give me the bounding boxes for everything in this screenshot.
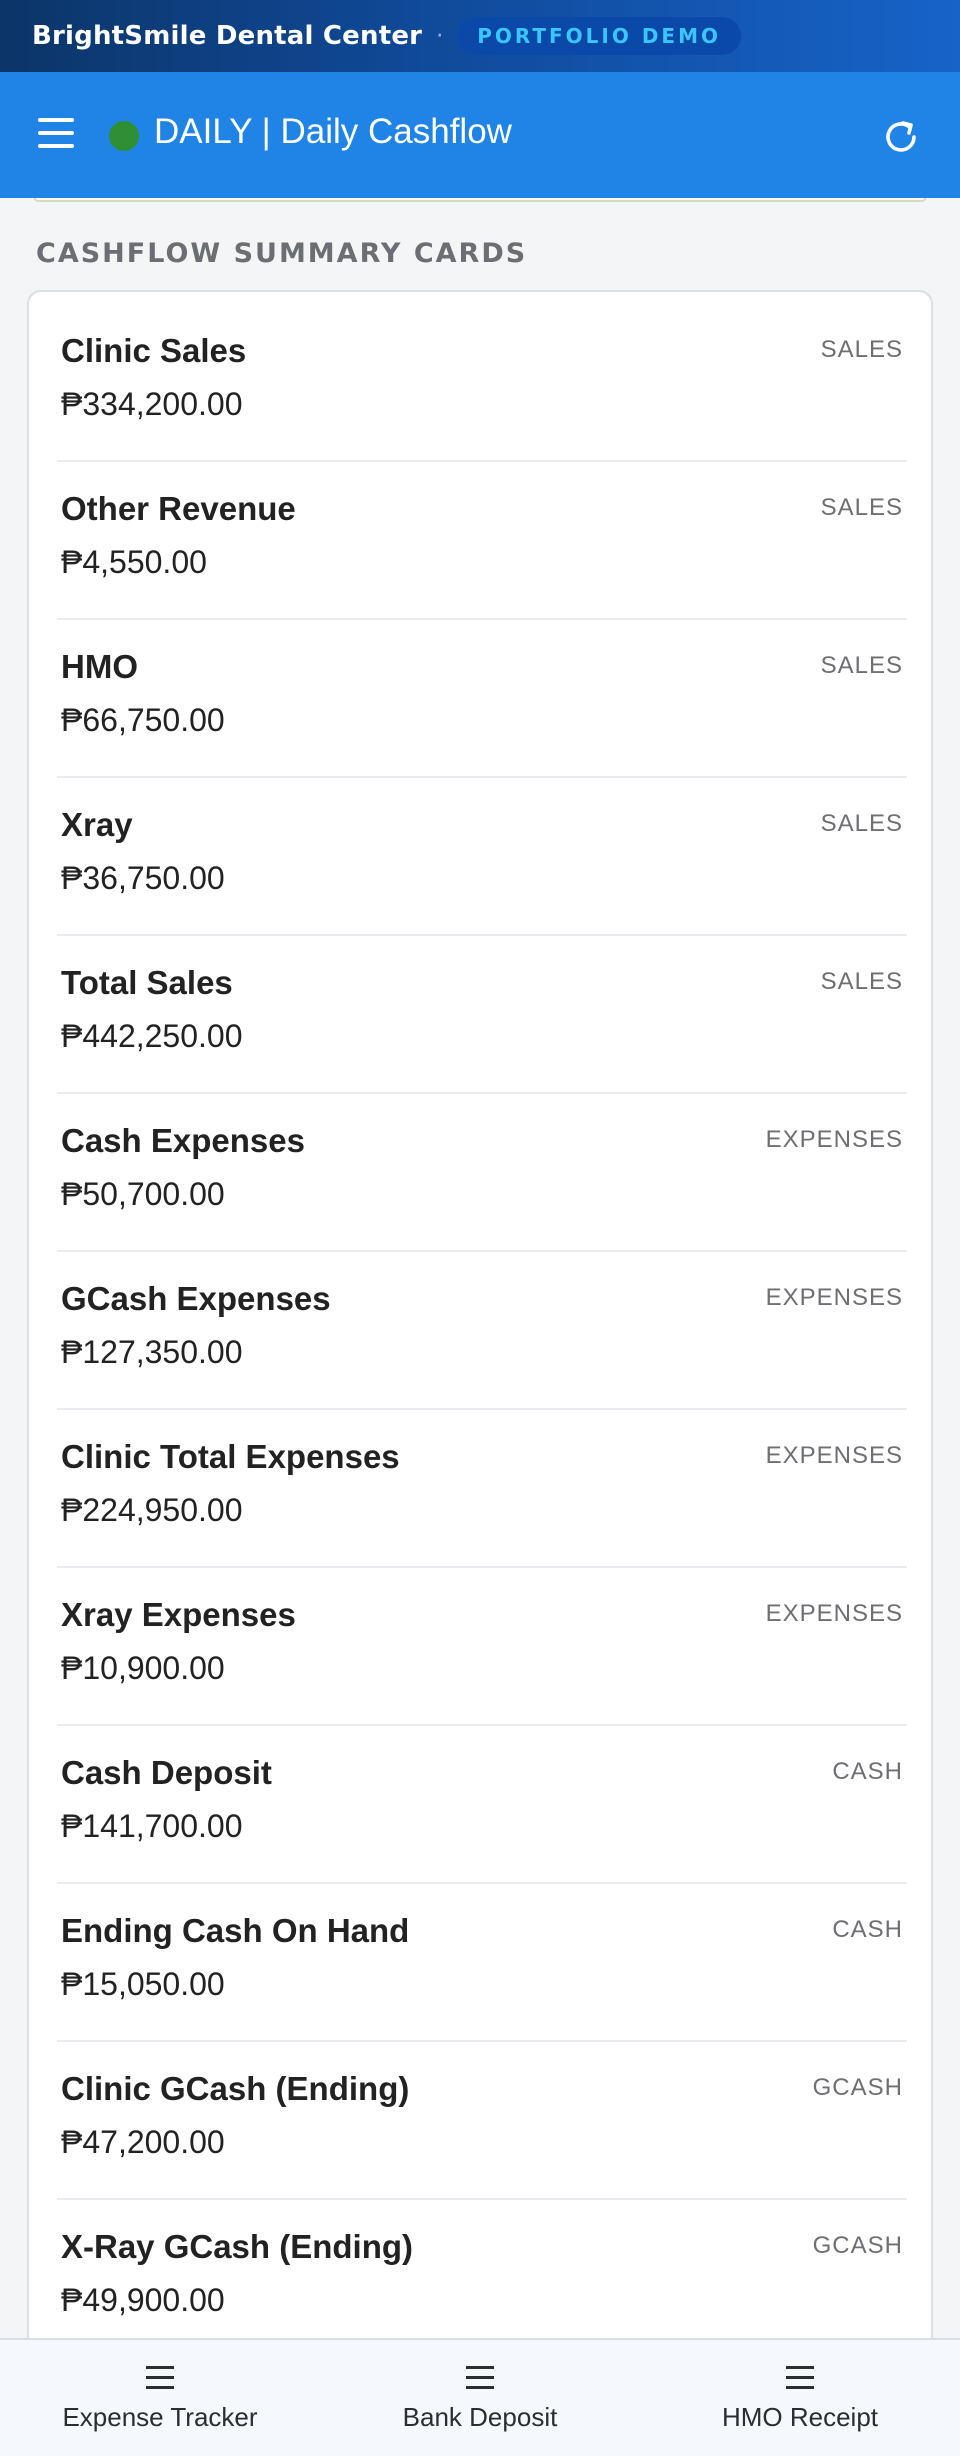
main-content: CASHFLOW SUMMARY CARDS Clinic Sales ₱334… — [0, 198, 960, 2338]
summary-row-clinic-gcash-ending[interactable]: Clinic GCash (Ending) ₱47,200.00 GCASH — [57, 2042, 907, 2200]
row-label: Ending Cash On Hand — [61, 1912, 410, 1949]
nav-label: Expense Tracker — [62, 2402, 258, 2432]
nav-expense-tracker[interactable]: Expense Tracker — [0, 2340, 320, 2456]
row-label: GCash Expenses — [61, 1280, 331, 1317]
summary-row-ending-cash-on-hand[interactable]: Ending Cash On Hand ₱15,050.00 CASH — [57, 1884, 907, 2042]
bottom-navigation: Expense Tracker Bank Deposit HMO Receipt — [0, 2338, 960, 2456]
row-category-tag: GCASH — [812, 2074, 903, 2101]
row-value: ₱10,900.00 — [61, 1650, 225, 1686]
summary-row-other-revenue[interactable]: Other Revenue ₱4,550.00 SALES — [57, 462, 907, 620]
row-label: Cash Expenses — [61, 1122, 305, 1159]
row-label: HMO — [61, 648, 138, 685]
row-label: Total Sales — [61, 964, 233, 1001]
row-value: ₱49,900.00 — [61, 2282, 225, 2318]
row-category-tag: GCASH — [812, 2232, 903, 2259]
row-label: X-Ray GCash (Ending) — [61, 2228, 414, 2265]
brand-name: BrightSmile Dental Center — [32, 21, 423, 51]
previous-card-edge — [34, 198, 926, 202]
row-label: Clinic GCash (Ending) — [61, 2070, 410, 2107]
row-category-tag: EXPENSES — [765, 1126, 903, 1153]
row-value: ₱50,700.00 — [61, 1176, 225, 1212]
status-indicator-dot — [109, 121, 139, 151]
row-label: Clinic Sales — [61, 332, 247, 369]
nav-label: Bank Deposit — [402, 2402, 558, 2432]
row-value: ₱442,250.00 — [61, 1018, 243, 1054]
row-value: ₱66,750.00 — [61, 702, 225, 738]
row-category-tag: EXPENSES — [765, 1284, 903, 1311]
row-value: ₱334,200.00 — [61, 386, 243, 422]
summary-row-xray-expenses[interactable]: Xray Expenses ₱10,900.00 EXPENSES — [57, 1568, 907, 1726]
row-category-tag: SALES — [820, 336, 903, 363]
row-value: ₱224,950.00 — [61, 1492, 243, 1528]
row-label: Xray — [61, 806, 133, 843]
portfolio-demo-badge: PORTFOLIO DEMO — [457, 17, 741, 55]
nav-label: HMO Receipt — [721, 2402, 879, 2432]
brand-bar: BrightSmile Dental Center · PORTFOLIO DE… — [0, 0, 960, 72]
summary-row-gcash-expenses[interactable]: GCash Expenses ₱127,350.00 EXPENSES — [57, 1252, 907, 1410]
row-value: ₱36,750.00 — [61, 860, 225, 896]
nav-bank-deposit[interactable]: Bank Deposit — [320, 2340, 640, 2456]
row-category-tag: EXPENSES — [765, 1442, 903, 1469]
row-value: ₱15,050.00 — [61, 1966, 225, 2002]
list-icon — [466, 2364, 494, 2392]
summary-row-cash-deposit[interactable]: Cash Deposit ₱141,700.00 CASH — [57, 1726, 907, 1884]
row-category-tag: SALES — [820, 652, 903, 679]
row-category-tag: CASH — [832, 1916, 903, 1943]
page-title: DAILY | Daily Cashflow — [154, 112, 512, 151]
app-header: DAILY | Daily Cashflow — [0, 72, 960, 198]
summary-row-total-sales[interactable]: Total Sales ₱442,250.00 SALES — [57, 936, 907, 1094]
hamburger-menu-icon[interactable] — [38, 116, 74, 152]
row-label: Other Revenue — [61, 490, 296, 527]
nav-hmo-receipt[interactable]: HMO Receipt — [640, 2340, 960, 2456]
row-category-tag: SALES — [820, 494, 903, 521]
app-screen: BrightSmile Dental Center · PORTFOLIO DE… — [0, 0, 960, 2456]
row-value: ₱47,200.00 — [61, 2124, 225, 2160]
list-icon — [146, 2364, 174, 2392]
row-label: Xray Expenses — [61, 1596, 296, 1633]
row-category-tag: CASH — [832, 1758, 903, 1785]
cashflow-summary-card: Clinic Sales ₱334,200.00 SALES Other Rev… — [27, 290, 933, 2338]
list-icon — [786, 2364, 814, 2392]
refresh-icon[interactable] — [880, 116, 922, 158]
row-value: ₱4,550.00 — [61, 544, 207, 580]
row-category-tag: EXPENSES — [765, 1600, 903, 1627]
row-category-tag: SALES — [820, 810, 903, 837]
row-label: Cash Deposit — [61, 1754, 272, 1791]
brand-separator: · — [436, 23, 444, 49]
summary-row-cash-expenses[interactable]: Cash Expenses ₱50,700.00 EXPENSES — [57, 1094, 907, 1252]
row-value: ₱141,700.00 — [61, 1808, 243, 1844]
row-value: ₱127,350.00 — [61, 1334, 243, 1370]
summary-row-hmo[interactable]: HMO ₱66,750.00 SALES — [57, 620, 907, 778]
summary-row-clinic-sales[interactable]: Clinic Sales ₱334,200.00 SALES — [57, 304, 907, 462]
summary-row-clinic-total-expenses[interactable]: Clinic Total Expenses ₱224,950.00 EXPENS… — [57, 1410, 907, 1568]
row-label: Clinic Total Expenses — [61, 1438, 400, 1475]
section-title: CASHFLOW SUMMARY CARDS — [36, 238, 528, 269]
summary-row-xray-gcash-ending[interactable]: X-Ray GCash (Ending) ₱49,900.00 GCASH — [57, 2200, 907, 2338]
summary-row-xray[interactable]: Xray ₱36,750.00 SALES — [57, 778, 907, 936]
row-category-tag: SALES — [820, 968, 903, 995]
